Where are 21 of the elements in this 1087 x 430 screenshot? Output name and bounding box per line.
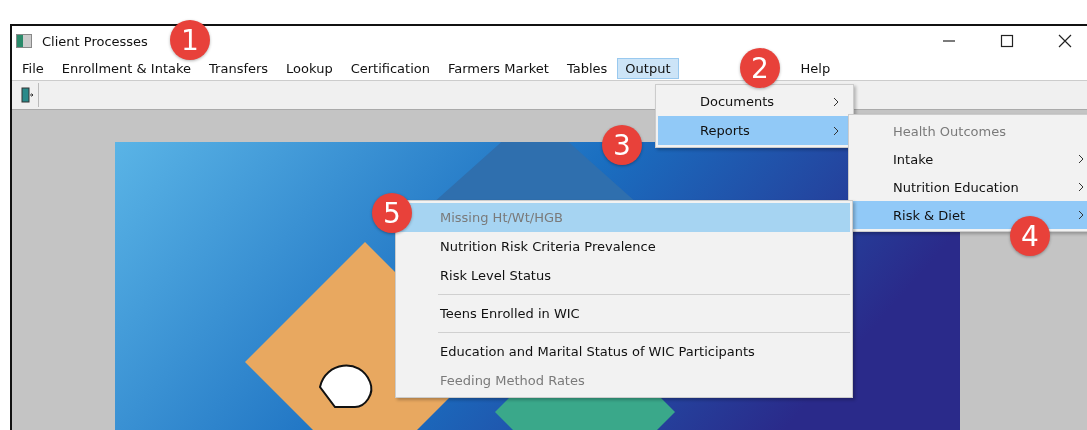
menu-item[interactable]: Reports xyxy=(658,116,851,145)
menu-item[interactable]: Farmers Market xyxy=(440,57,557,79)
window-title: Client Processes xyxy=(42,33,148,49)
menu-item[interactable]: Documents xyxy=(658,87,851,116)
menu-item[interactable]: Lookup xyxy=(278,57,341,79)
menu-item[interactable]: Transfers xyxy=(201,57,277,79)
menu-item[interactable]: File xyxy=(14,57,52,79)
menu-item[interactable]: Intake xyxy=(851,145,1087,173)
menu-item[interactable]: Teens Enrolled in WIC xyxy=(398,299,850,328)
menu-item[interactable]: Certification xyxy=(342,57,438,79)
maximize-icon[interactable] xyxy=(1000,34,1014,48)
menu-item[interactable]: Enrollment & Intake xyxy=(53,57,200,79)
menu-item[interactable]: Nutrition Risk Criteria Prevalence xyxy=(398,232,850,261)
menu-item[interactable]: Education and Marital Status of WIC Participants xyxy=(398,337,850,366)
menu-item[interactable]: Help xyxy=(792,57,839,79)
app-icon xyxy=(16,34,32,48)
menu-item[interactable]: Nutrition Education xyxy=(851,173,1087,201)
close-icon[interactable] xyxy=(1058,34,1072,48)
menu-item[interactable]: Output xyxy=(617,57,679,79)
menu-item[interactable]: Risk Level Status xyxy=(398,261,850,290)
menu-item[interactable]: Tables xyxy=(558,57,616,79)
